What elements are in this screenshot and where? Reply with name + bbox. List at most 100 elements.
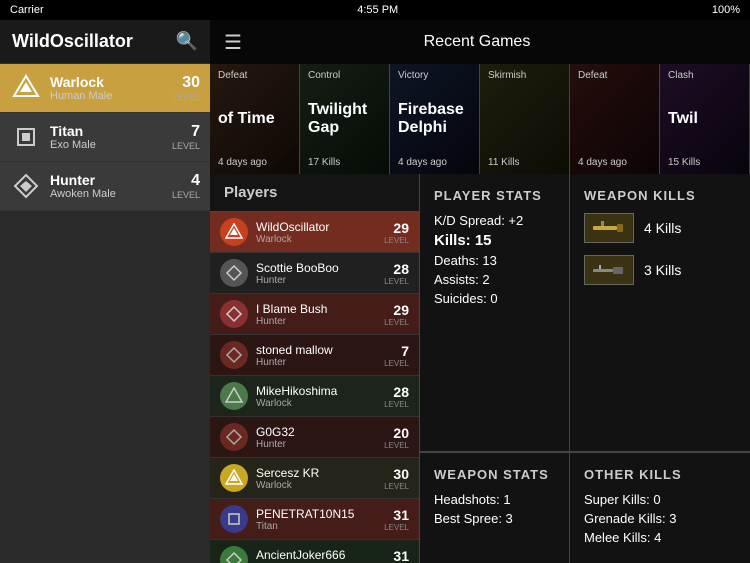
hunter-level-label: LEVEL bbox=[172, 190, 200, 200]
character-item-hunter[interactable]: Hunter Awoken Male 4 LEVEL bbox=[0, 162, 210, 211]
player-item-8[interactable]: AncientJoker666 Hunter 31 LEVEL bbox=[210, 540, 419, 563]
warlock-level-num: 30 bbox=[172, 74, 200, 92]
weapon-kill-0: 4 Kills bbox=[584, 213, 736, 243]
stats-top: PLAYER STATS K/D Spread: +2 Kills: 15 De… bbox=[420, 174, 750, 451]
headshots-stat: Headshots: 1 bbox=[434, 492, 555, 507]
player-class-1: Hunter bbox=[256, 275, 384, 286]
game-footer-4: 4 days ago bbox=[578, 157, 651, 168]
player-icon-1 bbox=[220, 259, 248, 287]
game-type-3: Skirmish bbox=[488, 70, 561, 81]
player-level-3: 7 LEVEL bbox=[384, 343, 409, 368]
sidebar-header: WildOscillator 🔍 bbox=[0, 20, 210, 64]
weapon-kills-panel: WEAPON KILLS 4 Kills bbox=[570, 174, 750, 451]
titan-info: Titan Exo Male bbox=[50, 123, 172, 151]
right-content: ☰ Recent Games Defeat of Time 4 days ago… bbox=[210, 20, 750, 563]
warlock-level: 30 LEVEL bbox=[172, 74, 200, 102]
player-item-1[interactable]: Scottie BooBoo Hunter 28 LEVEL bbox=[210, 253, 419, 294]
player-icon-4 bbox=[220, 382, 248, 410]
carrier-text: Carrier bbox=[10, 4, 44, 16]
bestspree-stat: Best Spree: 3 bbox=[434, 511, 555, 526]
weapon-icon-1 bbox=[584, 255, 634, 285]
player-icon-8 bbox=[220, 546, 248, 563]
player-info-5: G0G32 Hunter bbox=[256, 425, 384, 450]
hunter-level-num: 4 bbox=[172, 172, 200, 190]
player-class-6: Warlock bbox=[256, 480, 384, 491]
suicides-stat: Suicides: 0 bbox=[434, 291, 555, 306]
warlock-info: Warlock Human Male bbox=[50, 74, 172, 102]
status-bar: Carrier 4:55 PM 100% bbox=[0, 0, 750, 20]
warlock-name: Warlock bbox=[50, 74, 172, 90]
game-card-3[interactable]: Skirmish 11 Kills bbox=[480, 64, 570, 174]
sidebar: WildOscillator 🔍 Warlock Human Male 30 L… bbox=[0, 20, 210, 563]
other-kills-panel: OTHER KILLS Super Kills: 0 Grenade Kills… bbox=[570, 453, 750, 563]
player-level-7: 31 LEVEL bbox=[384, 507, 409, 532]
character-item-titan[interactable]: Titan Exo Male 7 LEVEL bbox=[0, 113, 210, 162]
game-card-1[interactable]: Control Twilight Gap 17 Kills bbox=[300, 64, 390, 174]
player-item-4[interactable]: MikeHikoshima Warlock 28 LEVEL bbox=[210, 376, 419, 417]
player-item-6[interactable]: Sercesz KR Warlock 30 LEVEL bbox=[210, 458, 419, 499]
character-item-warlock[interactable]: Warlock Human Male 30 LEVEL bbox=[0, 64, 210, 113]
player-info-4: MikeHikoshima Warlock bbox=[256, 384, 384, 409]
main-layout: WildOscillator 🔍 Warlock Human Male 30 L… bbox=[0, 20, 750, 563]
player-item-3[interactable]: stoned mallow Hunter 7 LEVEL bbox=[210, 335, 419, 376]
game-card-0[interactable]: Defeat of Time 4 days ago bbox=[210, 64, 300, 174]
player-name-3: stoned mallow bbox=[256, 343, 384, 357]
player-level-2: 29 LEVEL bbox=[384, 302, 409, 327]
search-icon[interactable]: 🔍 bbox=[176, 31, 198, 52]
game-footer-2: 4 days ago bbox=[398, 157, 471, 168]
player-level-5: 20 LEVEL bbox=[384, 425, 409, 450]
titan-sub: Exo Male bbox=[50, 139, 172, 151]
player-item-7[interactable]: PENETRAT10N15 Titan 31 LEVEL bbox=[210, 499, 419, 540]
players-header: Players bbox=[210, 174, 419, 212]
player-icon-5 bbox=[220, 423, 248, 451]
game-type-0: Defeat bbox=[218, 70, 291, 81]
player-level-0: 29 LEVEL bbox=[384, 220, 409, 245]
player-info-1: Scottie BooBoo Hunter bbox=[256, 261, 384, 286]
player-level-4: 28 LEVEL bbox=[384, 384, 409, 409]
player-name-5: G0G32 bbox=[256, 425, 384, 439]
game-type-2: Victory bbox=[398, 70, 471, 81]
titan-class-icon bbox=[10, 121, 42, 153]
super-kills-stat: Super Kills: 0 bbox=[584, 492, 736, 507]
player-stats-panel: PLAYER STATS K/D Spread: +2 Kills: 15 De… bbox=[420, 174, 570, 451]
stats-area: PLAYER STATS K/D Spread: +2 Kills: 15 De… bbox=[420, 174, 750, 563]
other-kills-title: OTHER KILLS bbox=[584, 467, 736, 482]
player-item-0[interactable]: WildOscillator Warlock 29 LEVEL bbox=[210, 212, 419, 253]
game-name-5: Twil bbox=[668, 110, 741, 128]
hunter-sub: Awoken Male bbox=[50, 188, 172, 200]
game-card-5[interactable]: Clash Twil 15 Kills bbox=[660, 64, 750, 174]
assists-stat: Assists: 2 bbox=[434, 272, 555, 287]
menu-icon[interactable]: ☰ bbox=[224, 30, 242, 55]
player-item-2[interactable]: I Blame Bush Hunter 29 LEVEL bbox=[210, 294, 419, 335]
player-icon-0 bbox=[220, 218, 248, 246]
titan-name: Titan bbox=[50, 123, 172, 139]
players-panel: Players WildOscillator Warlock 29 bbox=[210, 174, 420, 563]
player-item-5[interactable]: G0G32 Hunter 20 LEVEL bbox=[210, 417, 419, 458]
game-card-2[interactable]: Victory Firebase Delphi 4 days ago bbox=[390, 64, 480, 174]
player-info-6: Sercesz KR Warlock bbox=[256, 466, 384, 491]
game-card-4[interactable]: Defeat 4 days ago bbox=[570, 64, 660, 174]
kd-stat: K/D Spread: +2 bbox=[434, 213, 555, 228]
player-info-7: PENETRAT10N15 Titan bbox=[256, 507, 384, 532]
weapon-kills-count-1: 3 Kills bbox=[644, 262, 681, 278]
game-name-0: of Time bbox=[218, 110, 291, 128]
player-class-2: Hunter bbox=[256, 316, 384, 327]
game-type-1: Control bbox=[308, 70, 381, 81]
players-list: WildOscillator Warlock 29 LEVEL bbox=[210, 212, 419, 563]
player-name-2: I Blame Bush bbox=[256, 302, 384, 316]
game-footer-3: 11 Kills bbox=[488, 157, 561, 168]
titan-level-num: 7 bbox=[172, 123, 200, 141]
player-level-1: 28 LEVEL bbox=[384, 261, 409, 286]
weapon-stats-panel: WEAPON STATS Headshots: 1 Best Spree: 3 bbox=[420, 453, 570, 563]
titan-level-label: LEVEL bbox=[172, 141, 200, 151]
player-name-4: MikeHikoshima bbox=[256, 384, 384, 398]
grenade-kills-stat: Grenade Kills: 3 bbox=[584, 511, 736, 526]
weapon-kill-1: 3 Kills bbox=[584, 255, 736, 285]
time-text: 4:55 PM bbox=[357, 4, 398, 16]
player-info-0: WildOscillator Warlock bbox=[256, 220, 384, 245]
player-name-8: AncientJoker666 bbox=[256, 548, 384, 562]
game-footer-5: 15 Kills bbox=[668, 157, 741, 168]
player-info-3: stoned mallow Hunter bbox=[256, 343, 384, 368]
game-type-5: Clash bbox=[668, 70, 741, 81]
weapon-kills-title: WEAPON KILLS bbox=[584, 188, 736, 203]
